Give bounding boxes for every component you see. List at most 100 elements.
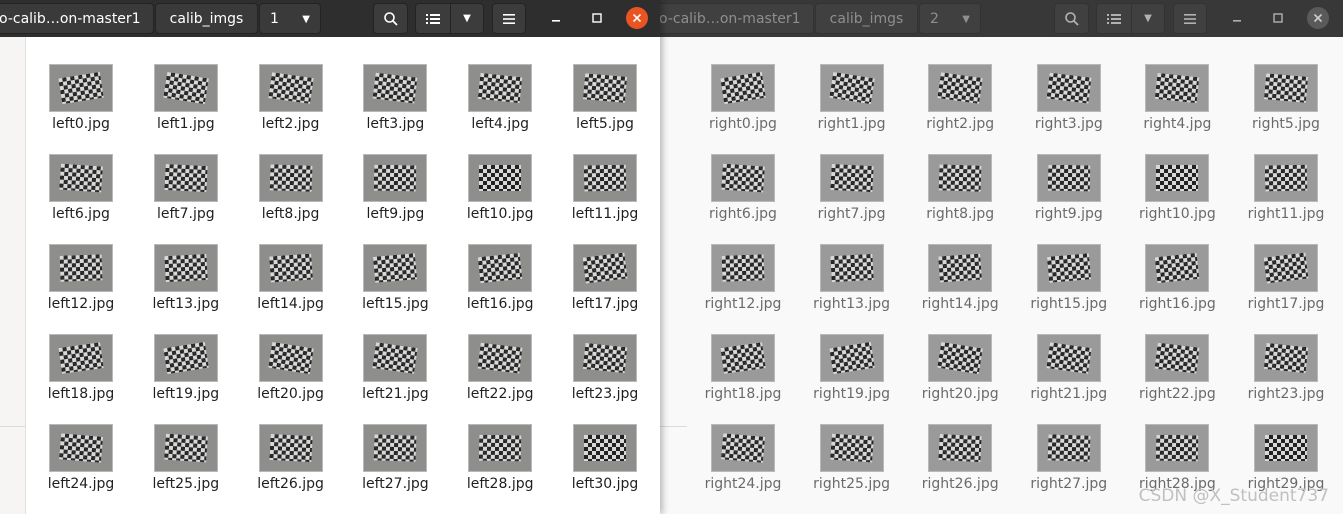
search-button[interactable] xyxy=(373,3,408,34)
file-item[interactable]: left26.jpg xyxy=(245,424,337,492)
file-item[interactable]: left20.jpg xyxy=(245,334,337,402)
file-item[interactable]: right22.jpg xyxy=(1131,334,1223,402)
file-item[interactable]: right12.jpg xyxy=(697,244,789,312)
file-item[interactable]: left21.jpg xyxy=(349,334,441,402)
maximize-icon xyxy=(592,13,602,23)
minimize-button[interactable] xyxy=(1226,7,1248,29)
file-item[interactable]: right9.jpg xyxy=(1023,154,1115,222)
file-name-label: left25.jpg xyxy=(152,476,220,492)
file-item[interactable]: left3.jpg xyxy=(349,64,441,132)
file-item[interactable]: left1.jpg xyxy=(140,64,232,132)
view-options-button[interactable]: ▼ xyxy=(450,3,484,34)
file-item[interactable]: left25.jpg xyxy=(140,424,232,492)
file-item[interactable]: right24.jpg xyxy=(697,424,789,492)
file-item[interactable]: right25.jpg xyxy=(806,424,898,492)
file-item[interactable]: left8.jpg xyxy=(245,154,337,222)
file-item[interactable]: right16.jpg xyxy=(1131,244,1223,312)
main-menu-button[interactable] xyxy=(1173,3,1207,34)
file-name-label: left10.jpg xyxy=(466,206,534,222)
image-thumbnail xyxy=(573,244,637,292)
file-name-label: right18.jpg xyxy=(704,386,782,402)
checkerboard-image xyxy=(1155,72,1200,104)
minimize-button[interactable] xyxy=(545,7,567,29)
file-item[interactable]: right2.jpg xyxy=(914,64,1006,132)
path-segment-parent[interactable]: o-calib…on-master1 xyxy=(648,3,814,34)
view-toggle-button[interactable] xyxy=(1096,3,1132,34)
image-thumbnail xyxy=(1036,154,1101,202)
main-menu-button[interactable] xyxy=(492,3,526,34)
file-item[interactable]: right6.jpg xyxy=(697,154,789,222)
file-item[interactable]: left18.jpg xyxy=(35,334,127,402)
file-item[interactable]: right13.jpg xyxy=(806,244,898,312)
file-item[interactable]: left13.jpg xyxy=(140,244,232,312)
file-item[interactable]: right4.jpg xyxy=(1131,64,1223,132)
close-button[interactable] xyxy=(626,7,648,29)
hamburger-menu-icon xyxy=(1184,13,1196,24)
file-item[interactable]: left4.jpg xyxy=(454,64,546,132)
file-item[interactable]: left30.jpg xyxy=(559,424,651,492)
maximize-button[interactable] xyxy=(1267,7,1289,29)
file-item[interactable]: left0.jpg xyxy=(35,64,127,132)
path-segment-current[interactable]: 2 ▼ xyxy=(919,3,981,34)
file-item[interactable]: right20.jpg xyxy=(914,334,1006,402)
file-item[interactable]: right10.jpg xyxy=(1131,154,1223,222)
file-item[interactable]: right3.jpg xyxy=(1023,64,1115,132)
file-item[interactable]: right7.jpg xyxy=(806,154,898,222)
path-segment-current[interactable]: 1 ▼ xyxy=(259,3,321,34)
file-item[interactable]: right15.jpg xyxy=(1023,244,1115,312)
checkerboard-image xyxy=(1154,342,1200,374)
file-item[interactable]: left5.jpg xyxy=(559,64,651,132)
file-item[interactable]: right0.jpg xyxy=(697,64,789,132)
file-item[interactable]: right28.jpg xyxy=(1131,424,1223,492)
file-item[interactable]: right26.jpg xyxy=(914,424,1006,492)
file-item[interactable]: right23.jpg xyxy=(1240,334,1332,402)
path-segment-calib-imgs[interactable]: calib_imgs xyxy=(815,3,918,34)
file-item[interactable]: right14.jpg xyxy=(914,244,1006,312)
file-item[interactable]: left11.jpg xyxy=(559,154,651,222)
close-button[interactable] xyxy=(1307,7,1329,29)
file-item[interactable]: left28.jpg xyxy=(454,424,546,492)
search-button[interactable] xyxy=(1054,3,1089,34)
file-item[interactable]: left24.jpg xyxy=(35,424,127,492)
file-item[interactable]: left12.jpg xyxy=(35,244,127,312)
file-item[interactable]: left10.jpg xyxy=(454,154,546,222)
image-thumbnail xyxy=(573,424,637,472)
file-item[interactable]: left2.jpg xyxy=(245,64,337,132)
file-item[interactable]: right18.jpg xyxy=(697,334,789,402)
file-item[interactable]: left17.jpg xyxy=(559,244,651,312)
file-item[interactable]: left15.jpg xyxy=(349,244,441,312)
file-item[interactable]: right19.jpg xyxy=(806,334,898,402)
file-item[interactable]: left7.jpg xyxy=(140,154,232,222)
file-item[interactable]: right1.jpg xyxy=(806,64,898,132)
file-item[interactable]: left27.jpg xyxy=(349,424,441,492)
path-segment-parent[interactable]: o-calib…on-master1 xyxy=(0,3,154,34)
file-item[interactable]: right17.jpg xyxy=(1240,244,1332,312)
file-item[interactable]: right11.jpg xyxy=(1240,154,1332,222)
file-item[interactable]: left19.jpg xyxy=(140,334,232,402)
file-item[interactable]: left9.jpg xyxy=(349,154,441,222)
close-icon xyxy=(632,13,642,23)
view-options-button[interactable]: ▼ xyxy=(1131,3,1165,34)
file-name-label: right7.jpg xyxy=(817,206,886,222)
view-toggle-button[interactable] xyxy=(415,3,451,34)
watermark: CSDN @X_Student737 xyxy=(1138,486,1329,506)
file-item[interactable]: left23.jpg xyxy=(559,334,651,402)
file-item[interactable]: right5.jpg xyxy=(1240,64,1332,132)
path-segment-calib-imgs[interactable]: calib_imgs xyxy=(155,3,258,34)
checkerboard-image xyxy=(374,164,417,192)
image-thumbnail xyxy=(1036,64,1101,112)
file-item[interactable]: right27.jpg xyxy=(1023,424,1115,492)
file-item[interactable]: left14.jpg xyxy=(245,244,337,312)
file-item[interactable]: right29.jpg xyxy=(1240,424,1332,492)
file-name-label: left12.jpg xyxy=(47,296,115,312)
image-thumbnail xyxy=(928,244,993,292)
file-item[interactable]: left16.jpg xyxy=(454,244,546,312)
file-item[interactable]: left6.jpg xyxy=(35,154,127,222)
file-name-label: left4.jpg xyxy=(471,116,530,132)
image-thumbnail xyxy=(1254,244,1318,292)
file-item[interactable]: right21.jpg xyxy=(1023,334,1115,402)
checkerboard-image xyxy=(479,165,522,191)
file-item[interactable]: right8.jpg xyxy=(914,154,1006,222)
maximize-button[interactable] xyxy=(586,7,608,29)
file-item[interactable]: left22.jpg xyxy=(454,334,546,402)
